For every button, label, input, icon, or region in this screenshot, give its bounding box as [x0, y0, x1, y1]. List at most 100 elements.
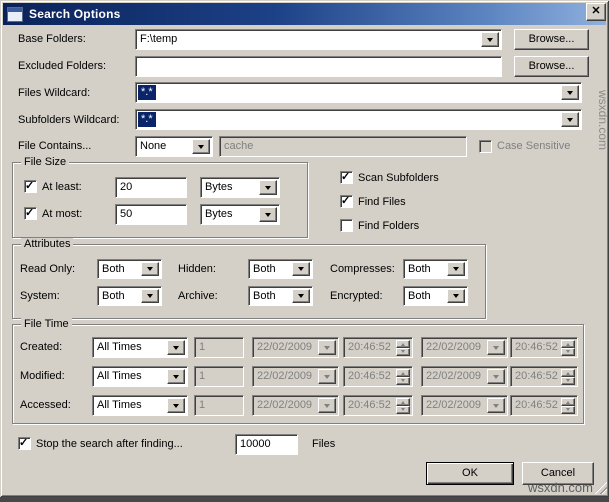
- chevron-down-icon: [324, 374, 330, 382]
- base-folders-label: Base Folders:: [18, 33, 86, 45]
- spin-up-icon: [401, 399, 405, 404]
- scan-subfolders-checkbox[interactable]: [340, 170, 353, 184]
- read-only-combo[interactable]: Both: [97, 259, 162, 279]
- find-folders-checkbox[interactable]: [340, 219, 353, 232]
- base-folders-value: F:\temp: [140, 33, 178, 45]
- chevron-down-icon: [265, 185, 271, 193]
- created-time-from-spin-buttons: [396, 340, 410, 356]
- encrypted-dropdown-button[interactable]: [447, 289, 465, 303]
- spin-down-icon: [566, 408, 570, 413]
- attributes-group: Attributes: [12, 238, 486, 319]
- created-date-from-dropdown-button: [318, 340, 336, 355]
- hidden-value: Both: [253, 263, 276, 275]
- at-most-unit-dropdown-button[interactable]: [259, 207, 277, 222]
- at-least-unit-dropdown-button[interactable]: [259, 180, 277, 195]
- created-time-to-value: 20:46:52: [515, 341, 558, 353]
- archive-value: Both: [253, 290, 276, 302]
- chevron-down-icon: [324, 345, 330, 353]
- chevron-down-icon: [198, 144, 204, 152]
- compresses-combo[interactable]: Both: [403, 259, 468, 279]
- created-date-to-value: 22/02/2009: [426, 341, 482, 353]
- files-wildcard-dropdown-button[interactable]: [561, 85, 579, 100]
- spin-up-icon: [566, 341, 570, 346]
- stop-search-count-input[interactable]: 10000: [235, 434, 298, 455]
- subfolders-wildcard-label: Subfolders Wildcard:: [18, 114, 120, 126]
- chevron-down-icon: [324, 403, 330, 411]
- accessed-date-to-picker: 22/02/2009: [421, 395, 508, 416]
- screen: Search Options ✕ Base Folders: F:\temp B…: [0, 0, 609, 502]
- base-folders-dropdown-button[interactable]: [481, 32, 499, 47]
- base-folders-browse-button[interactable]: Browse...: [514, 29, 589, 50]
- accessed-time-from-spin-buttons: [396, 398, 410, 414]
- file-contains-dropdown-button[interactable]: [192, 139, 210, 154]
- file-contains-text-input: cache: [219, 136, 467, 157]
- chevron-down-icon: [453, 294, 459, 301]
- chevron-down-icon: [567, 117, 573, 125]
- system-dropdown-button[interactable]: [141, 289, 159, 303]
- modified-mode-dropdown-button[interactable]: [167, 369, 185, 384]
- chevron-down-icon: [298, 267, 304, 274]
- spin-down-icon: [401, 350, 405, 355]
- accessed-label: Accessed:: [20, 399, 71, 411]
- compresses-dropdown-button[interactable]: [447, 262, 465, 276]
- files-wildcard-combo[interactable]: *.*: [135, 82, 582, 103]
- ok-button[interactable]: OK: [426, 462, 514, 485]
- modified-time-to-spin-buttons: [561, 369, 575, 385]
- base-folders-combo[interactable]: F:\temp: [135, 29, 502, 50]
- created-mode-combo[interactable]: All Times: [92, 337, 188, 358]
- at-least-label: At least:: [42, 181, 82, 193]
- chevron-down-icon: [173, 403, 179, 411]
- modified-date-to-value: 22/02/2009: [426, 370, 482, 382]
- close-icon: ✕: [591, 5, 601, 17]
- encrypted-combo[interactable]: Both: [403, 286, 468, 306]
- close-button[interactable]: ✕: [586, 3, 606, 21]
- modified-date-from-dropdown-button: [318, 369, 336, 384]
- created-mode-dropdown-button[interactable]: [167, 340, 185, 355]
- system-combo[interactable]: Both: [97, 286, 162, 306]
- hidden-combo[interactable]: Both: [248, 259, 313, 279]
- excluded-folders-browse-button[interactable]: Browse...: [514, 56, 589, 77]
- file-contains-mode-combo[interactable]: None: [135, 136, 213, 157]
- window-title: Search Options: [29, 7, 121, 21]
- stop-search-checkbox[interactable]: [18, 436, 31, 450]
- modified-count-input: 1: [194, 366, 244, 387]
- files-wildcard-label: Files Wildcard:: [18, 87, 91, 99]
- accessed-date-from-value: 22/02/2009: [257, 399, 313, 411]
- chevron-down-icon: [453, 267, 459, 274]
- at-least-value-input[interactable]: 20: [115, 177, 187, 198]
- case-sensitive-label: Case Sensitive: [497, 140, 571, 152]
- modified-date-from-value: 22/02/2009: [257, 370, 313, 382]
- created-count-input: 1: [194, 337, 244, 358]
- find-files-checkbox[interactable]: [340, 194, 353, 208]
- watermark-text: wsxdn.com: [527, 480, 593, 495]
- archive-dropdown-button[interactable]: [292, 289, 310, 303]
- title-bar[interactable]: Search Options: [3, 3, 606, 25]
- at-least-checkbox[interactable]: [24, 179, 37, 193]
- read-only-dropdown-button[interactable]: [141, 262, 159, 276]
- file-size-group: File Size: [12, 156, 308, 238]
- accessed-date-from-dropdown-button: [318, 398, 336, 413]
- accessed-mode-dropdown-button[interactable]: [167, 398, 185, 413]
- chevron-down-icon: [147, 267, 153, 274]
- at-most-value-input[interactable]: 50: [115, 204, 187, 225]
- watermark-side-text: wsxdn.com: [596, 90, 609, 151]
- system-label: System:: [20, 290, 60, 302]
- at-most-checkbox[interactable]: [24, 206, 37, 220]
- at-most-unit-combo[interactable]: Bytes: [200, 204, 280, 225]
- spin-down-icon: [401, 379, 405, 384]
- excluded-folders-input[interactable]: [135, 56, 502, 77]
- subfolders-wildcard-combo[interactable]: *.*: [135, 109, 582, 130]
- search-options-dialog: Search Options ✕ Base Folders: F:\temp B…: [0, 0, 609, 497]
- modified-mode-combo[interactable]: All Times: [92, 366, 188, 387]
- created-time-to-spin-buttons: [561, 340, 575, 356]
- archive-combo[interactable]: Both: [248, 286, 313, 306]
- hidden-dropdown-button[interactable]: [292, 262, 310, 276]
- accessed-time-to-spinner: 20:46:52: [510, 395, 578, 416]
- file-time-group-title: File Time: [21, 318, 72, 330]
- resize-grip[interactable]: [594, 481, 607, 494]
- at-least-unit-combo[interactable]: Bytes: [200, 177, 280, 198]
- subfolders-wildcard-dropdown-button[interactable]: [561, 112, 579, 127]
- file-size-group-title: File Size: [21, 156, 70, 168]
- chevron-down-icon: [173, 374, 179, 382]
- accessed-mode-combo[interactable]: All Times: [92, 395, 188, 416]
